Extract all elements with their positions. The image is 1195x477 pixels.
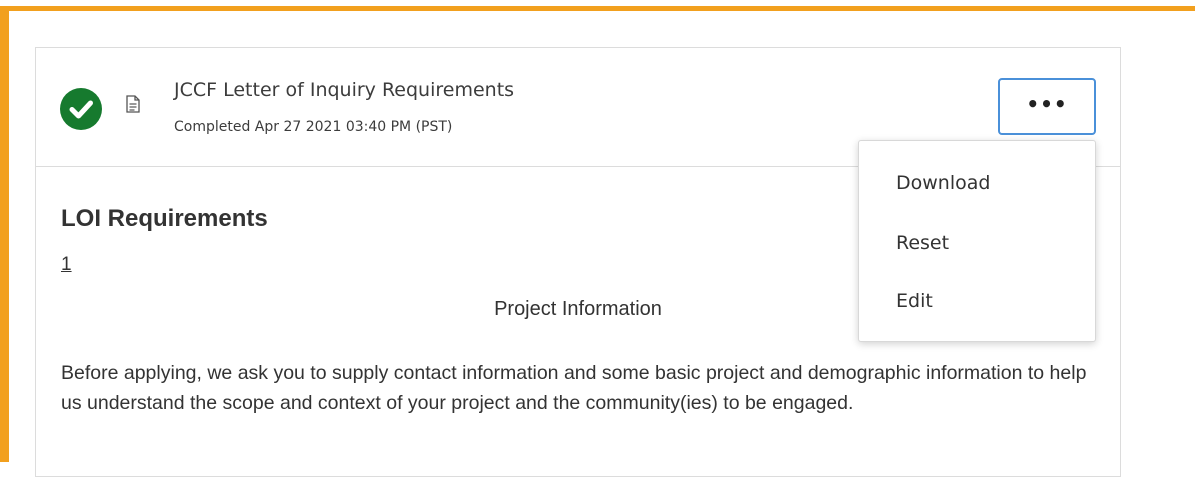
document-title: JCCF Letter of Inquiry Requirements (174, 79, 515, 101)
document-icon (126, 95, 140, 113)
menu-item-edit[interactable]: Edit (896, 290, 933, 312)
page-number-link[interactable]: 1 (61, 254, 72, 276)
check-circle-icon (60, 88, 102, 130)
menu-item-reset[interactable]: Reset (896, 232, 949, 254)
completion-status: Completed Apr 27 2021 03:40 PM (PST) (174, 119, 453, 135)
section-title: LOI Requirements (61, 205, 268, 232)
more-options-button[interactable]: ••• (998, 78, 1096, 135)
content-paragraph: Before applying, we ask you to supply co… (61, 362, 1087, 414)
menu-item-download[interactable]: Download (896, 172, 990, 194)
options-menu: Download Reset Edit (858, 140, 1096, 342)
